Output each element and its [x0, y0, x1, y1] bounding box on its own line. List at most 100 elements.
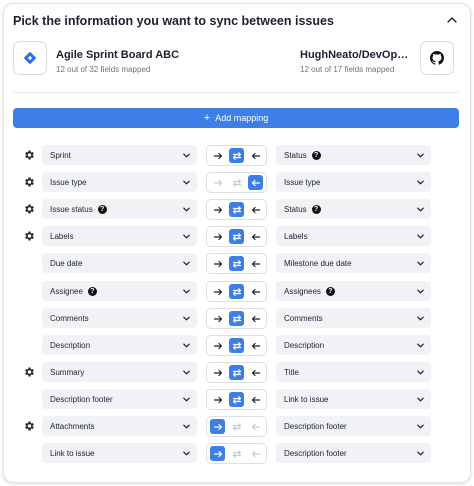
arrow-right-icon [213, 315, 222, 322]
sync-both-button[interactable] [229, 365, 244, 380]
panel-title: Pick the information you want to sync be… [13, 14, 334, 28]
arrow-right-icon [213, 288, 222, 295]
sync-both-button[interactable] [229, 175, 244, 190]
arrow-right-icon [213, 152, 222, 159]
sync-right-button[interactable] [210, 202, 225, 217]
sync-both-button[interactable] [229, 311, 244, 326]
sync-both-button[interactable] [229, 148, 244, 163]
left-field-select[interactable]: Attachments [42, 416, 197, 436]
gear-icon[interactable] [23, 230, 35, 242]
sync-left-button[interactable] [248, 392, 263, 407]
sync-both-button[interactable] [229, 446, 244, 461]
left-field-select[interactable]: Description footer [42, 389, 197, 409]
left-field-label: Attachments [50, 421, 95, 431]
arrow-left-icon [251, 206, 260, 213]
sync-both-button[interactable] [229, 338, 244, 353]
chevron-down-icon [417, 397, 424, 402]
right-field-select[interactable]: Assignees? [276, 281, 431, 301]
sync-left-button[interactable] [248, 365, 263, 380]
arrow-left-icon [251, 288, 260, 295]
source-project-name: Agile Sprint Board ABC [56, 49, 180, 61]
sync-left-button[interactable] [248, 175, 263, 190]
plus-icon: + [203, 111, 211, 124]
chevron-up-icon[interactable] [445, 13, 459, 27]
help-icon[interactable]: ? [87, 286, 97, 296]
help-icon[interactable]: ? [311, 150, 321, 160]
sync-left-button[interactable] [248, 256, 263, 271]
chevron-down-icon [183, 207, 190, 212]
right-field-select[interactable]: Milestone due date [276, 253, 431, 273]
left-field-select[interactable]: Issue type [42, 172, 197, 192]
sync-left-button[interactable] [248, 419, 263, 434]
sync-right-button[interactable] [210, 175, 225, 190]
arrow-right-icon [213, 179, 222, 186]
gear-icon[interactable] [23, 366, 35, 378]
arrow-right-icon [213, 369, 222, 376]
gear-icon[interactable] [23, 149, 35, 161]
sync-left-button[interactable] [248, 229, 263, 244]
sync-left-button[interactable] [248, 446, 263, 461]
sync-right-button[interactable] [210, 446, 225, 461]
sync-direction-toggle [206, 389, 267, 410]
right-field-label: Description footer [284, 448, 347, 458]
arrows-both-icon [232, 341, 241, 350]
arrows-both-icon [232, 205, 241, 214]
left-field-select[interactable]: Description [42, 335, 197, 355]
sync-both-button[interactable] [229, 229, 244, 244]
right-field-select[interactable]: Status? [276, 199, 431, 219]
sync-right-button[interactable] [210, 284, 225, 299]
gear-icon[interactable] [23, 420, 35, 432]
right-field-select[interactable]: Status? [276, 145, 431, 165]
help-icon[interactable]: ? [97, 204, 107, 214]
chevron-down-icon [417, 289, 424, 294]
sync-direction-toggle [206, 145, 267, 166]
help-icon[interactable]: ? [325, 286, 335, 296]
right-field-select[interactable]: Description footer [276, 416, 431, 436]
left-field-select[interactable]: Issue status? [42, 199, 197, 219]
sync-right-button[interactable] [210, 256, 225, 271]
mapping-row: Comments Comments [0, 308, 474, 329]
left-field-select[interactable]: Sprint [42, 145, 197, 165]
right-field-select[interactable]: Issue type [276, 172, 431, 192]
right-field-select[interactable]: Link to issue [276, 389, 431, 409]
sync-right-button[interactable] [210, 338, 225, 353]
right-field-select[interactable]: Description footer [276, 443, 431, 463]
right-field-select[interactable]: Description [276, 335, 431, 355]
sync-both-button[interactable] [229, 256, 244, 271]
arrow-right-icon [213, 260, 222, 267]
sync-both-button[interactable] [229, 419, 244, 434]
right-field-select[interactable]: Title [276, 362, 431, 382]
sync-right-button[interactable] [210, 365, 225, 380]
sync-left-button[interactable] [248, 148, 263, 163]
left-field-label: Sprint [50, 150, 71, 160]
sync-direction-toggle [206, 362, 267, 383]
right-field-select[interactable]: Labels [276, 226, 431, 246]
gear-icon[interactable] [23, 176, 35, 188]
sync-both-button[interactable] [229, 284, 244, 299]
right-field-select[interactable]: Comments [276, 308, 431, 328]
arrows-both-icon [232, 232, 241, 241]
left-field-select[interactable]: Due date [42, 253, 197, 273]
sync-right-button[interactable] [210, 229, 225, 244]
mapping-row: Link to issue Description footer [0, 443, 474, 464]
left-field-select[interactable]: Labels [42, 226, 197, 246]
sync-right-button[interactable] [210, 311, 225, 326]
gear-icon[interactable] [23, 203, 35, 215]
add-mapping-button[interactable]: + Add mapping [13, 108, 459, 128]
chevron-down-icon [417, 207, 424, 212]
sync-both-button[interactable] [229, 202, 244, 217]
chevron-down-icon [183, 370, 190, 375]
left-field-select[interactable]: Assignee? [42, 281, 197, 301]
help-icon[interactable]: ? [311, 204, 321, 214]
left-field-select[interactable]: Comments [42, 308, 197, 328]
sync-both-button[interactable] [229, 392, 244, 407]
sync-left-button[interactable] [248, 284, 263, 299]
left-field-select[interactable]: Link to issue [42, 443, 197, 463]
sync-left-button[interactable] [248, 311, 263, 326]
sync-right-button[interactable] [210, 148, 225, 163]
sync-left-button[interactable] [248, 338, 263, 353]
sync-left-button[interactable] [248, 202, 263, 217]
left-field-select[interactable]: Summary [42, 362, 197, 382]
sync-right-button[interactable] [210, 419, 225, 434]
sync-right-button[interactable] [210, 392, 225, 407]
